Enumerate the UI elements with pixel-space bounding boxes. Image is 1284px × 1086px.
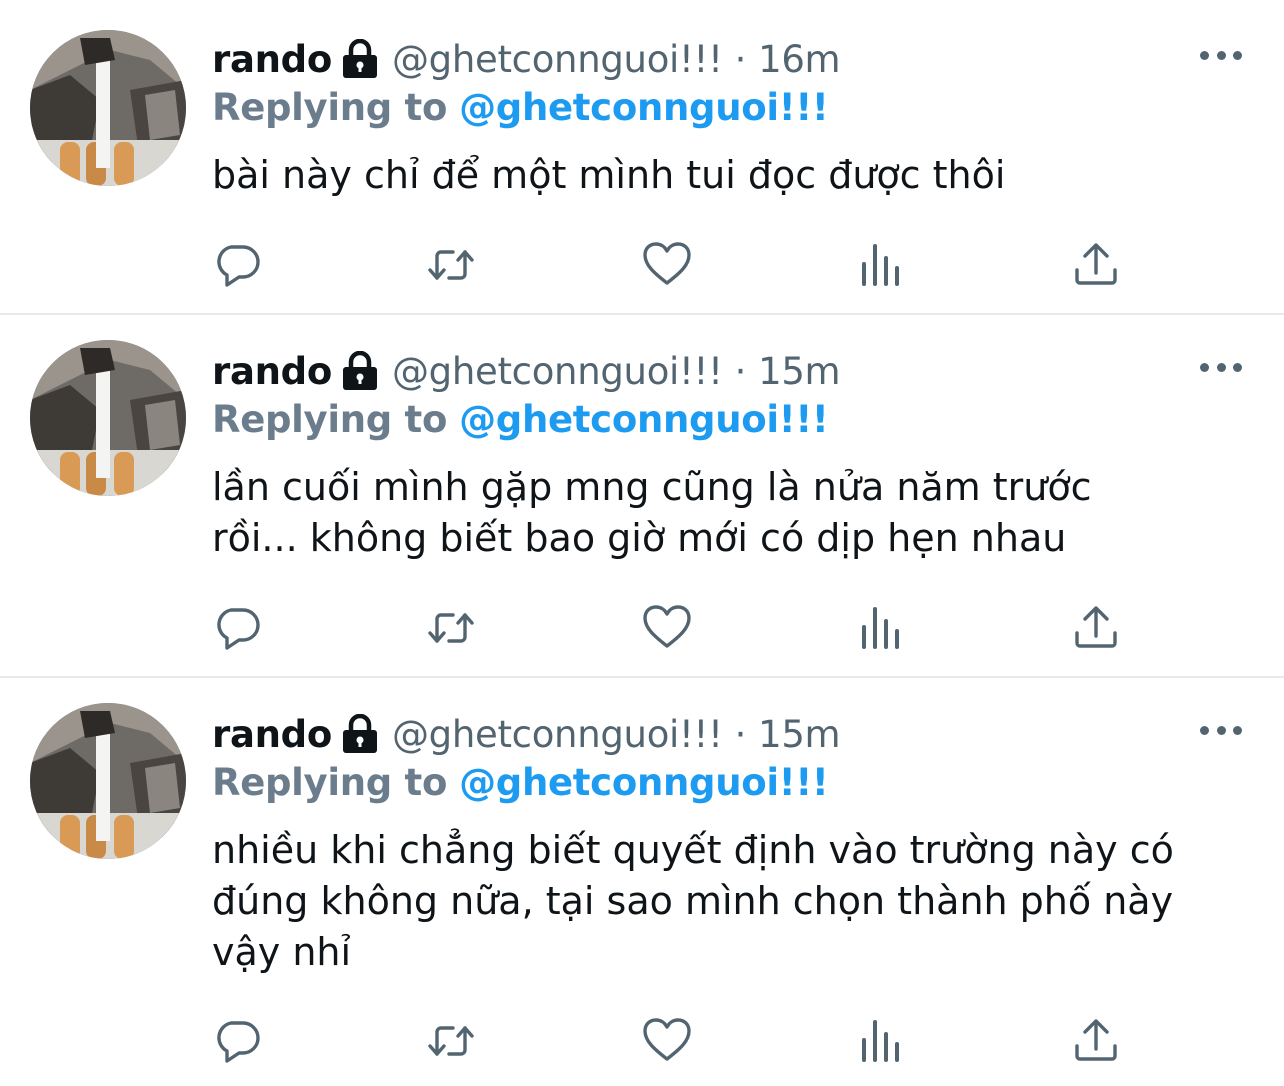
more-dots-icon[interactable] (1200, 45, 1242, 65)
timestamp[interactable]: 15m (758, 713, 841, 756)
divider (0, 676, 1284, 678)
reply-icon[interactable] (212, 240, 262, 290)
tweet-text-line: đúng không nữa, tại sao mình chọn thành … (212, 879, 1174, 923)
reply-to-handle[interactable]: @ghetconnguoi!!! (459, 398, 829, 441)
tweet-text: lần cuối mình gặp mng cũng là nửa năm tr… (212, 462, 1262, 564)
author-handle[interactable]: @ghetconnguoi!!! (392, 38, 723, 81)
retweet-icon[interactable] (426, 1016, 476, 1066)
tweet-text-line: vậy nhỉ (212, 930, 352, 974)
like-icon[interactable] (642, 1016, 692, 1066)
author-handle[interactable]: @ghetconnguoi!!! (392, 713, 723, 756)
more-dots-icon[interactable] (1200, 357, 1242, 377)
replying-to: Replying to @ghetconnguoi!!! (212, 759, 829, 805)
separator-dot: · (734, 712, 747, 756)
tweet-text: nhiều khi chẳng biết quyết định vào trườ… (212, 825, 1262, 978)
lock-icon (342, 714, 378, 754)
share-icon[interactable] (1071, 603, 1121, 653)
author-name[interactable]: rando (212, 713, 332, 756)
lock-icon (342, 39, 378, 79)
replying-to-label: Replying to (212, 397, 448, 441)
author-name[interactable]: rando (212, 350, 332, 393)
lock-icon (342, 351, 378, 391)
more-dots-icon[interactable] (1200, 720, 1242, 740)
author-name[interactable]: rando (212, 38, 332, 81)
avatar[interactable] (30, 703, 186, 859)
divider (0, 313, 1284, 315)
replying-to: Replying to @ghetconnguoi!!! (212, 84, 829, 130)
separator-dot: · (734, 37, 747, 81)
tweet-header: rando @ghetconnguoi!!! · 16m (212, 36, 841, 82)
reply-to-handle[interactable]: @ghetconnguoi!!! (459, 86, 829, 129)
retweet-icon[interactable] (426, 603, 476, 653)
avatar[interactable] (30, 340, 186, 496)
tweet-header: rando @ghetconnguoi!!! · 15m (212, 348, 841, 394)
analytics-icon[interactable] (857, 1016, 907, 1066)
share-icon[interactable] (1071, 1016, 1121, 1066)
avatar[interactable] (30, 30, 186, 186)
tweet-text: bài này chỉ để một mình tui đọc được thô… (212, 150, 1262, 201)
reply-icon[interactable] (212, 603, 262, 653)
reply-to-handle[interactable]: @ghetconnguoi!!! (459, 761, 829, 804)
tweet-text-line: bài này chỉ để một mình tui đọc được thô… (212, 153, 1006, 197)
reply-icon[interactable] (212, 1016, 262, 1066)
timestamp[interactable]: 16m (758, 38, 841, 81)
analytics-icon[interactable] (857, 240, 907, 290)
like-icon[interactable] (642, 240, 692, 290)
tweet-text-line: rồi... không biết bao giờ mới có dịp hẹn… (212, 516, 1067, 560)
replying-to-label: Replying to (212, 85, 448, 129)
share-icon[interactable] (1071, 240, 1121, 290)
analytics-icon[interactable] (857, 603, 907, 653)
like-icon[interactable] (642, 603, 692, 653)
tweet-text-line: lần cuối mình gặp mng cũng là nửa năm tr… (212, 465, 1092, 509)
timestamp[interactable]: 15m (758, 350, 841, 393)
tweet-header: rando @ghetconnguoi!!! · 15m (212, 711, 841, 757)
tweet-text-line: nhiều khi chẳng biết quyết định vào trườ… (212, 828, 1174, 872)
author-handle[interactable]: @ghetconnguoi!!! (392, 350, 723, 393)
separator-dot: · (734, 349, 747, 393)
replying-to: Replying to @ghetconnguoi!!! (212, 396, 829, 442)
retweet-icon[interactable] (426, 240, 476, 290)
replying-to-label: Replying to (212, 760, 448, 804)
